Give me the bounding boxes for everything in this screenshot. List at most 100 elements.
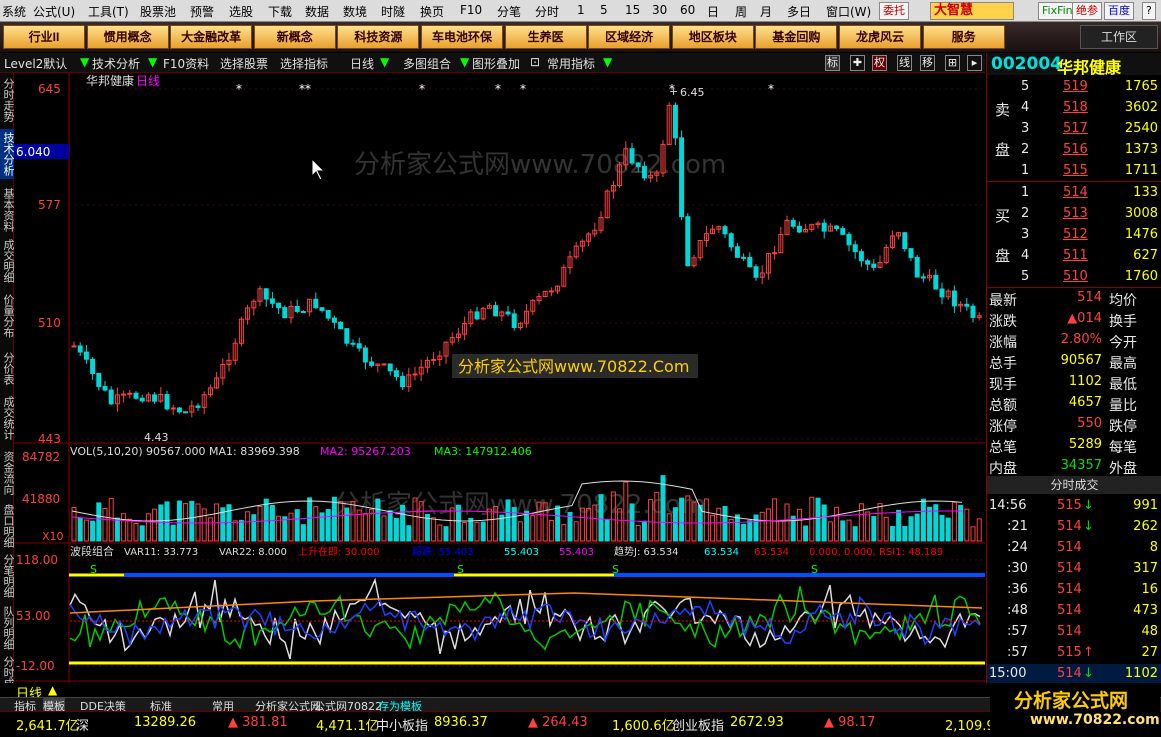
buy-price: 510 [1063, 269, 1088, 284]
sell-row: 5 519 1765 [987, 77, 1161, 98]
mode-yi-button[interactable]: 移 [920, 55, 935, 71]
period-up-icon[interactable]: ▲ [48, 683, 57, 697]
left-tab-3[interactable]: 成交明细 [0, 236, 15, 286]
left-tab-6[interactable]: 成交统计 [0, 393, 15, 443]
period-select[interactable]: 日线 [350, 55, 374, 72]
trade-volume: 262 [1133, 519, 1158, 534]
lock-icon[interactable]: ⊡ [530, 55, 540, 69]
sector-button-4[interactable]: 科技资源 [337, 25, 420, 49]
trade-volume: 317 [1133, 561, 1158, 576]
menu-item-1[interactable]: 公式(U) [33, 3, 75, 20]
baidu-button[interactable]: 百度 [1104, 2, 1134, 20]
left-tab-4[interactable]: 价量分布 [0, 291, 15, 341]
trade-price: 514 [1057, 666, 1082, 681]
menu-item-11[interactable]: F10 [460, 3, 482, 17]
mode-biao-button[interactable]: 标 [825, 55, 840, 71]
volume-bar [238, 519, 244, 542]
stat-value: 1102 [1068, 374, 1102, 389]
weituo-button[interactable]: 委托 [879, 2, 909, 20]
candle-body [133, 392, 139, 399]
menu-item-3[interactable]: 股票池 [140, 3, 176, 20]
menu-item-20[interactable]: 周 [735, 3, 747, 20]
sector-button-5[interactable]: 车电池环保 [421, 25, 503, 49]
stock-chart[interactable]: 华邦健康 日线 645 577 510 443 6.040 分析家公式网www.70822.c… [14, 73, 985, 683]
candle-body [83, 351, 89, 360]
buy-volume: 133 [1133, 185, 1158, 200]
sector-button-1[interactable]: 惯用概念 [86, 25, 169, 49]
ind-s-marker: S [612, 563, 619, 576]
workzone-button[interactable]: 工作区 [1080, 25, 1158, 49]
volume-bar [406, 525, 412, 542]
menu-item-10[interactable]: 换页 [420, 3, 444, 20]
trade-dir: ↓ [1083, 519, 1094, 534]
menu-item-19[interactable]: 日 [707, 3, 719, 20]
sector-button-8[interactable]: 地区板块 [671, 25, 754, 49]
sector-button-6[interactable]: 生养医 [504, 25, 587, 49]
menu-item-15[interactable]: 5 [600, 3, 608, 17]
menu-item-4[interactable]: 预警 [190, 3, 214, 20]
left-tab-1[interactable]: 技术分析 [0, 129, 15, 179]
menu-item-9[interactable]: 时隧 [381, 3, 405, 20]
sector-button-3[interactable]: 新概念 [253, 25, 336, 49]
sector-button-7[interactable]: 区域经济 [588, 25, 671, 49]
left-tabs: 分时走势技术分析基本资料 成交明细价量分布分价表 成交统计资金流向盘口明细 分笔明细队… [0, 73, 15, 700]
candle-body [964, 303, 970, 307]
level2-select[interactable]: Level2默认 [4, 55, 67, 72]
sector-button-10[interactable]: 龙虎风云 [839, 25, 921, 49]
sell-row: 2 516 1373 [987, 140, 1161, 161]
select-indicator-button[interactable]: 选择指标 [280, 55, 328, 72]
menu-item-13[interactable]: 分时 [535, 3, 559, 20]
trade-price: 514 [1057, 603, 1082, 618]
menu-item-5[interactable]: 选股 [229, 3, 253, 20]
left-tab-10[interactable]: 队列明细 [0, 603, 15, 653]
menu-item-21[interactable]: 月 [760, 3, 772, 20]
volume-bar [679, 497, 685, 542]
f10-button[interactable]: F10资料 [163, 55, 209, 72]
expand-icon[interactable]: ⊞ [945, 55, 960, 71]
mode-xian-button[interactable]: 线 [897, 55, 912, 71]
candle-body [753, 266, 759, 278]
stat-row: 最新 514 均价 [987, 288, 1161, 309]
juecan-button[interactable]: 绝参 [1072, 2, 1102, 20]
menu-item-0[interactable]: 系统 [2, 3, 26, 20]
multi-chart-button[interactable]: 多图组合 [403, 55, 451, 72]
sector-button-11[interactable]: 服务 [922, 25, 1005, 49]
mode-quan-button[interactable]: 权 [872, 55, 887, 71]
menu-item-22[interactable]: 多日 [787, 3, 811, 20]
volume-bar [672, 507, 678, 542]
left-tab-2[interactable]: 基本资料 [0, 185, 15, 235]
menu-item-23[interactable]: 窗口(W) [826, 3, 871, 20]
crosshair-icon[interactable]: ✚ [850, 55, 865, 71]
sector-button-9[interactable]: 基金回购 [755, 25, 838, 49]
left-tab-5[interactable]: 分价表 [0, 343, 15, 393]
sector-button-2[interactable]: 大金融改革 [170, 25, 253, 49]
stat-value: 90567 [1060, 353, 1102, 368]
menu-item-18[interactable]: 60 [680, 3, 695, 17]
menu-item-14[interactable]: 1 [577, 3, 585, 17]
menu-item-16[interactable]: 15 [625, 3, 640, 17]
left-tab-0[interactable]: 分时走势 [0, 75, 15, 125]
menu-item-2[interactable]: 工具(T) [88, 3, 129, 20]
volume-bar [555, 505, 561, 542]
left-tab-9[interactable]: 分笔明细 [0, 551, 15, 601]
menu-item-12[interactable]: 分笔 [497, 3, 521, 20]
overlay-button[interactable]: 图形叠加 [472, 55, 520, 72]
menu-item-7[interactable]: 数据 [305, 3, 329, 20]
menu-item-8[interactable]: 数境 [343, 3, 367, 20]
sell-label-2: 盘 [995, 141, 1011, 159]
sector-button-0[interactable]: 行业II [3, 25, 85, 49]
volume-bar [96, 502, 102, 542]
help-button[interactable]: ? [1142, 2, 1156, 20]
left-tab-7[interactable]: 资金流向 [0, 448, 15, 498]
current-price-tag: 6.040 [16, 145, 50, 159]
common-indicator-select[interactable]: 常用指标 [547, 55, 595, 72]
left-tab-8[interactable]: 盘口明细 [0, 501, 15, 551]
menu-item-6[interactable]: 下载 [268, 3, 292, 20]
status-change-1: ▲ 264.43 [528, 715, 588, 730]
tech-analysis-select[interactable]: 技术分析 [92, 55, 140, 72]
next-icon[interactable]: ▸ [967, 55, 982, 71]
menu-item-17[interactable]: 30 [652, 3, 667, 17]
fixfin-button[interactable]: FixFin [1038, 2, 1077, 20]
candle-body [865, 260, 871, 265]
select-stock-button[interactable]: 选择股票 [220, 55, 268, 72]
